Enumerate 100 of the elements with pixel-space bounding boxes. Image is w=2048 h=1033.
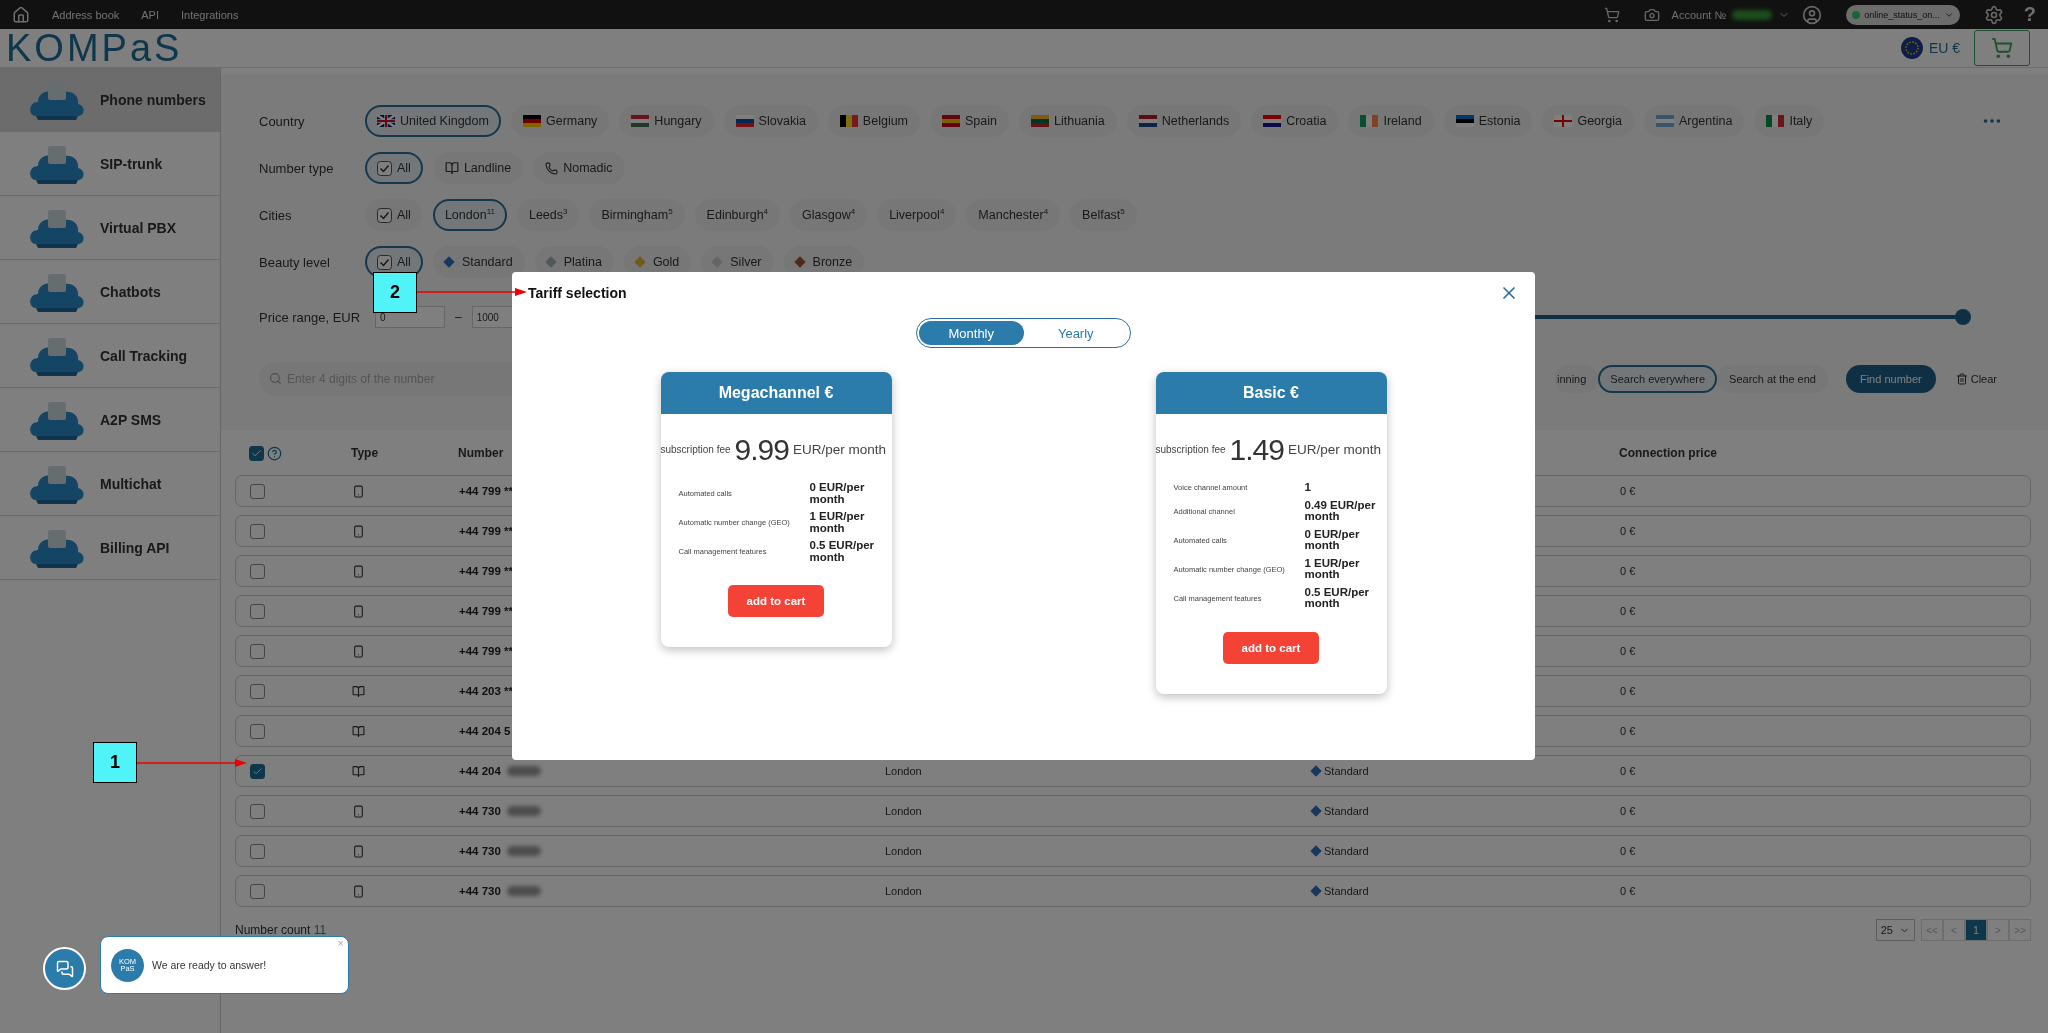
row-checkbox[interactable] — [250, 803, 265, 819]
home-icon[interactable] — [12, 5, 30, 24]
redaction-blur — [506, 766, 541, 776]
cart-icon[interactable] — [1603, 6, 1620, 23]
search-mode-chip[interactable]: Search at the end — [1717, 365, 1828, 393]
row-checkbox[interactable] — [250, 843, 265, 859]
row-checkbox[interactable] — [250, 763, 265, 779]
country-chip[interactable]: Belgium — [827, 105, 921, 137]
filter-chip[interactable]: Landline — [432, 152, 524, 184]
row-checkbox[interactable] — [250, 643, 265, 659]
page-size-select[interactable]: 25 — [1875, 919, 1915, 941]
search-mode-chip[interactable]: Search everywhere — [1598, 365, 1718, 393]
camera-icon[interactable] — [1643, 6, 1660, 23]
currency-label[interactable]: EU € — [1928, 40, 1960, 56]
beauty-level-text: Standard — [1324, 805, 1369, 817]
logo[interactable]: KOMPaS — [6, 29, 183, 67]
nav-link[interactable]: API — [141, 8, 159, 21]
select-all-checkbox[interactable] — [249, 445, 264, 461]
filter-chip[interactable]: All — [365, 152, 423, 184]
check-icon — [252, 765, 263, 777]
connection-price: 0 € — [1620, 645, 1636, 657]
row-checkbox[interactable] — [250, 883, 265, 899]
connection-price: 0 € — [1620, 525, 1636, 537]
status-dot-icon — [1852, 10, 1861, 19]
feature-value: 0.5 EUR/per month — [1304, 586, 1371, 610]
cart-button[interactable] — [1974, 30, 2030, 66]
country-chip[interactable]: United Kingdom — [365, 105, 501, 137]
mobile-icon — [352, 644, 365, 658]
search-mode-chip[interactable]: inning — [1554, 365, 1599, 393]
connection-price: 0 € — [1620, 565, 1636, 577]
filter-chip[interactable]: Leeds$^{3}$ — [516, 199, 580, 231]
row-checkbox[interactable] — [250, 683, 265, 699]
row-checkbox[interactable] — [250, 483, 265, 499]
period-option[interactable]: Monthly — [919, 321, 1024, 345]
country-chip[interactable]: Italy — [1754, 105, 1825, 137]
checkbox-icon — [377, 254, 392, 270]
pagination-button[interactable]: 1 — [1965, 919, 1987, 941]
chat-button[interactable] — [43, 947, 86, 990]
help-icon[interactable] — [267, 445, 282, 461]
book-icon — [352, 684, 365, 698]
sidebar-item[interactable]: Phone numbers — [0, 68, 220, 132]
close-button[interactable]: × — [337, 937, 344, 949]
period-option[interactable]: Yearly — [1023, 321, 1128, 345]
country-chip[interactable]: Slovakia — [723, 105, 818, 137]
table-row[interactable]: +44 730 London Standard 0 € — [235, 795, 2031, 827]
feature-value: 0 EUR/per month — [1304, 528, 1361, 552]
nav-link[interactable]: Address book — [52, 8, 120, 21]
filter-chip[interactable]: Glasgow$^{4}$ — [790, 199, 868, 231]
filter-chip[interactable]: Nomadic — [533, 152, 625, 184]
filter-chip[interactable]: Edinburgh$^{4}$ — [694, 199, 781, 231]
book-icon — [352, 764, 365, 778]
country-chip[interactable]: Estonia — [1443, 105, 1533, 137]
eu-flag-icon — [1900, 37, 1923, 59]
column-header: Connection price — [1619, 446, 1717, 460]
country-chip[interactable]: Spain — [930, 105, 1009, 137]
help-link[interactable]: ? — [2023, 3, 2036, 26]
filter-chip[interactable]: Belfast$^{5}$ — [1070, 199, 1137, 231]
table-row[interactable]: +44 730 London Standard 0 € — [235, 835, 2031, 867]
plan-price: 1.49 — [1229, 433, 1284, 467]
country-chip[interactable]: Ireland — [1348, 105, 1434, 137]
filter-label: Beauty level — [259, 254, 331, 270]
add-to-cart-button[interactable]: add to cart — [728, 585, 824, 617]
country-chip[interactable]: Croatia — [1251, 105, 1339, 137]
redaction-blur — [506, 886, 541, 896]
city-text: London — [885, 765, 922, 777]
country-chip[interactable]: Hungary — [619, 105, 714, 137]
phone-number: +44 730 — [459, 805, 501, 817]
nav-link[interactable]: Integrations — [181, 8, 239, 21]
fee-label: subscription fee — [1155, 445, 1226, 455]
row-checkbox[interactable] — [250, 723, 265, 739]
connection-price: 0 € — [1620, 845, 1636, 857]
phone-icon — [545, 161, 559, 175]
flag-icon — [1766, 115, 1785, 127]
filter-chip[interactable]: Standard — [432, 246, 525, 278]
country-chip[interactable]: Georgia — [1542, 105, 1634, 137]
row-checkbox[interactable] — [250, 603, 265, 619]
country-chip[interactable]: Germany — [510, 105, 610, 137]
filter-chip[interactable]: Birmingham$^{5}$ — [589, 199, 685, 231]
country-chip[interactable]: Lithuania — [1019, 105, 1117, 137]
number-count: Number count 11 — [235, 923, 327, 937]
country-chip[interactable]: Netherlands — [1126, 105, 1242, 137]
filter-chip[interactable]: All — [365, 199, 423, 231]
find-number-button[interactable]: Find number — [1845, 365, 1936, 393]
row-checkbox[interactable] — [250, 563, 265, 579]
filter-chip[interactable]: Liverpool$^{4}$ — [877, 199, 957, 231]
city-text: London — [885, 845, 922, 857]
mobile-icon — [352, 604, 365, 618]
row-checkbox[interactable] — [250, 523, 265, 539]
settings-icon[interactable] — [1983, 4, 2004, 25]
filter-chip[interactable]: London$^{11}$ — [432, 199, 507, 231]
add-to-cart-button[interactable]: add to cart — [1223, 631, 1319, 664]
status-select[interactable]: online_status_on... — [1846, 4, 1960, 25]
country-chip[interactable]: Argentina — [1643, 105, 1745, 137]
flag-icon — [377, 115, 395, 127]
user-icon[interactable] — [1802, 4, 1823, 25]
city-text: London — [885, 885, 922, 897]
table-row[interactable]: +44 730 London Standard 0 € — [235, 875, 2031, 907]
filter-chip[interactable]: Manchester$^{4}$ — [966, 199, 1061, 231]
clear-button[interactable]: Clear — [1949, 372, 2003, 386]
plan-title: Basic € — [1155, 372, 1387, 414]
